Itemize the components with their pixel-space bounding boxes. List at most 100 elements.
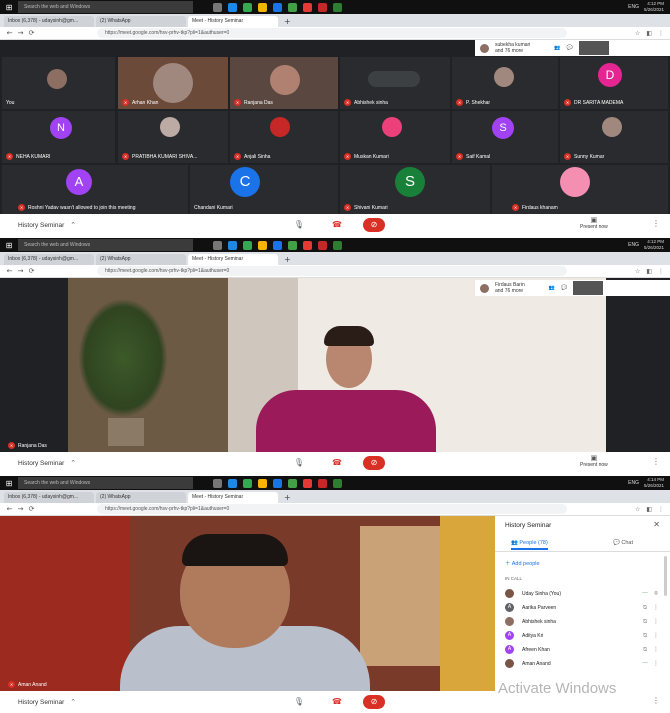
tab-whatsapp[interactable]: (2) WhatsApp [96, 254, 186, 265]
mic-icon[interactable]: 🎙 [292, 695, 306, 709]
windows-start-icon[interactable]: ⊞ [0, 479, 18, 488]
new-tab-icon[interactable]: + [280, 492, 295, 503]
participant-row[interactable]: A Aarika Parveen ⍉ ⋮ [505, 601, 660, 614]
store-icon[interactable] [273, 240, 282, 250]
camera-off-button[interactable]: ⊘ [363, 456, 385, 470]
new-tab-icon[interactable]: + [280, 16, 295, 27]
chevron-up-icon[interactable]: ⌃ [70, 221, 76, 229]
chevron-up-icon[interactable]: ⌃ [70, 698, 76, 706]
url-input[interactable]: https://meet.google.com/hsv-prhv-tkp?pli… [97, 504, 567, 514]
app-icon[interactable] [333, 478, 342, 488]
participant-tile[interactable]: S ✕ Saif Kamal [452, 111, 558, 163]
reload-icon[interactable]: ⟳ [26, 267, 37, 275]
app-icon[interactable] [288, 2, 297, 12]
participant-tile[interactable]: C Chandani Kumari [190, 165, 338, 214]
participant-tile[interactable]: You [2, 57, 115, 109]
acrobat-icon[interactable] [303, 2, 312, 12]
more-options-icon[interactable]: ⋮ [652, 457, 660, 466]
meeting-title[interactable]: History Seminar [18, 699, 64, 706]
explorer-icon[interactable] [258, 240, 267, 250]
camera-off-button[interactable]: ⊘ [363, 218, 385, 232]
participant-tile[interactable]: ✕ Abhishek sinha [340, 57, 450, 109]
participant-tile[interactable]: ✕ Anjali Sinha [230, 111, 338, 163]
end-call-icon[interactable]: ☎ [330, 218, 344, 232]
store-icon[interactable] [273, 478, 282, 488]
participant-tile[interactable]: ✕ Sunny Kumar [560, 111, 668, 163]
back-icon[interactable]: ← [4, 267, 15, 275]
participant-tile[interactable]: S ✕ Shivani Kumari [340, 165, 490, 214]
url-input[interactable]: https://meet.google.com/hsv-prhv-tkp?pli… [97, 266, 567, 276]
edge-icon[interactable] [228, 240, 237, 250]
windows-start-icon[interactable]: ⊞ [0, 3, 18, 12]
more-options-icon[interactable]: ⋮ [652, 632, 660, 639]
taskbar-search-input[interactable]: Search the web and Windows [18, 1, 193, 13]
participant-tile[interactable]: ✕ Ranjana Das [230, 57, 338, 109]
mic-off-icon[interactable]: ⍉ [638, 618, 652, 626]
present-now-button[interactable]: ▣ Present now [580, 216, 608, 230]
panel-scrollbar[interactable] [664, 556, 667, 596]
mic-icon[interactable]: 🎙 [292, 218, 306, 232]
participant-tile[interactable]: N ✕ NEHA KUMARI [2, 111, 115, 163]
participant-row[interactable]: A Afreen Khan ⍉ ⋮ [505, 643, 660, 656]
meeting-title[interactable]: History Seminar [18, 222, 64, 229]
self-preview[interactable] [578, 41, 609, 55]
tab-inbox[interactable]: Inbox (6,378) - udaysinh@gm... [4, 254, 94, 265]
menu-icon[interactable]: ⋮ [658, 268, 664, 275]
forward-icon[interactable]: → [15, 267, 26, 275]
star-icon[interactable]: ☆ [635, 506, 640, 513]
app-icon[interactable] [318, 478, 327, 488]
acrobat-icon[interactable] [303, 240, 312, 250]
participant-row[interactable]: Abhishek sinha ⍉ ⋮ [505, 615, 660, 628]
participant-tile[interactable]: ✕ Firdaus khanam [492, 165, 668, 214]
task-view-icon[interactable] [213, 2, 222, 12]
extension-icon[interactable]: ◧ [646, 268, 652, 275]
tab-chat[interactable]: 💬 Chat [613, 540, 633, 546]
more-options-icon[interactable]: ⋮ [652, 618, 660, 625]
participant-tile[interactable]: A ✕ Roshni Yadav wasn't allowed to join t… [2, 165, 188, 214]
star-icon[interactable]: ☆ [635, 30, 640, 37]
app-icon[interactable] [318, 2, 327, 12]
acrobat-icon[interactable] [303, 478, 312, 488]
mic-off-icon[interactable]: ⍉ [638, 646, 652, 654]
taskbar-search-input[interactable]: Search the web and Windows [18, 477, 193, 489]
app-icon[interactable] [318, 240, 327, 250]
tab-meet[interactable]: Meet - History Seminar [188, 254, 278, 265]
menu-icon[interactable]: ⋮ [658, 30, 664, 37]
menu-icon[interactable]: ⋮ [658, 506, 664, 513]
people-icon[interactable]: 👥 [554, 45, 560, 51]
mic-off-icon[interactable]: ⍉ [638, 604, 652, 612]
windows-start-icon[interactable]: ⊞ [0, 241, 18, 250]
app-icon[interactable] [288, 240, 297, 250]
explorer-icon[interactable] [258, 2, 267, 12]
taskbar-search-input[interactable]: Search the web and Windows [18, 239, 193, 251]
participant-row[interactable]: Aman Anand ··· ⋮ [505, 657, 660, 670]
explorer-icon[interactable] [258, 478, 267, 488]
back-icon[interactable]: ← [4, 29, 15, 37]
people-icon[interactable]: 👥 [549, 285, 555, 291]
tray-lang[interactable]: ENG [628, 242, 639, 248]
app-icon[interactable] [288, 478, 297, 488]
more-options-icon[interactable]: ⋮ [652, 696, 660, 705]
tray-lang[interactable]: ENG [628, 4, 639, 10]
end-call-icon[interactable]: ☎ [330, 456, 344, 470]
chrome-icon[interactable] [243, 478, 252, 488]
participant-tile[interactable]: ✕ Muskan Kumari [340, 111, 450, 163]
task-view-icon[interactable] [213, 240, 222, 250]
chat-icon[interactable]: 💬 [561, 285, 567, 291]
tab-meet[interactable]: Meet - History Seminar [188, 16, 278, 27]
tab-whatsapp[interactable]: (2) WhatsApp [96, 16, 186, 27]
task-view-icon[interactable] [213, 478, 222, 488]
end-call-icon[interactable]: ☎ [330, 695, 344, 709]
tab-whatsapp[interactable]: (2) WhatsApp [96, 492, 186, 503]
participant-tile[interactable]: D ✕ DR SARITA MADEMA [560, 57, 668, 109]
star-icon[interactable]: ☆ [635, 268, 640, 275]
tab-inbox[interactable]: Inbox (6,378) - udaysinh@gm... [4, 492, 94, 503]
chevron-up-icon[interactable]: ⌃ [70, 459, 76, 467]
mic-off-icon[interactable]: ⍉ [638, 632, 652, 640]
tray-clock[interactable]: 4:14 PM 5/26/2021 [644, 477, 664, 489]
app-icon[interactable] [333, 240, 342, 250]
edge-icon[interactable] [228, 2, 237, 12]
forward-icon[interactable]: → [15, 29, 26, 37]
back-icon[interactable]: ← [4, 505, 15, 513]
pin-icon[interactable]: ⌾ [652, 590, 660, 598]
